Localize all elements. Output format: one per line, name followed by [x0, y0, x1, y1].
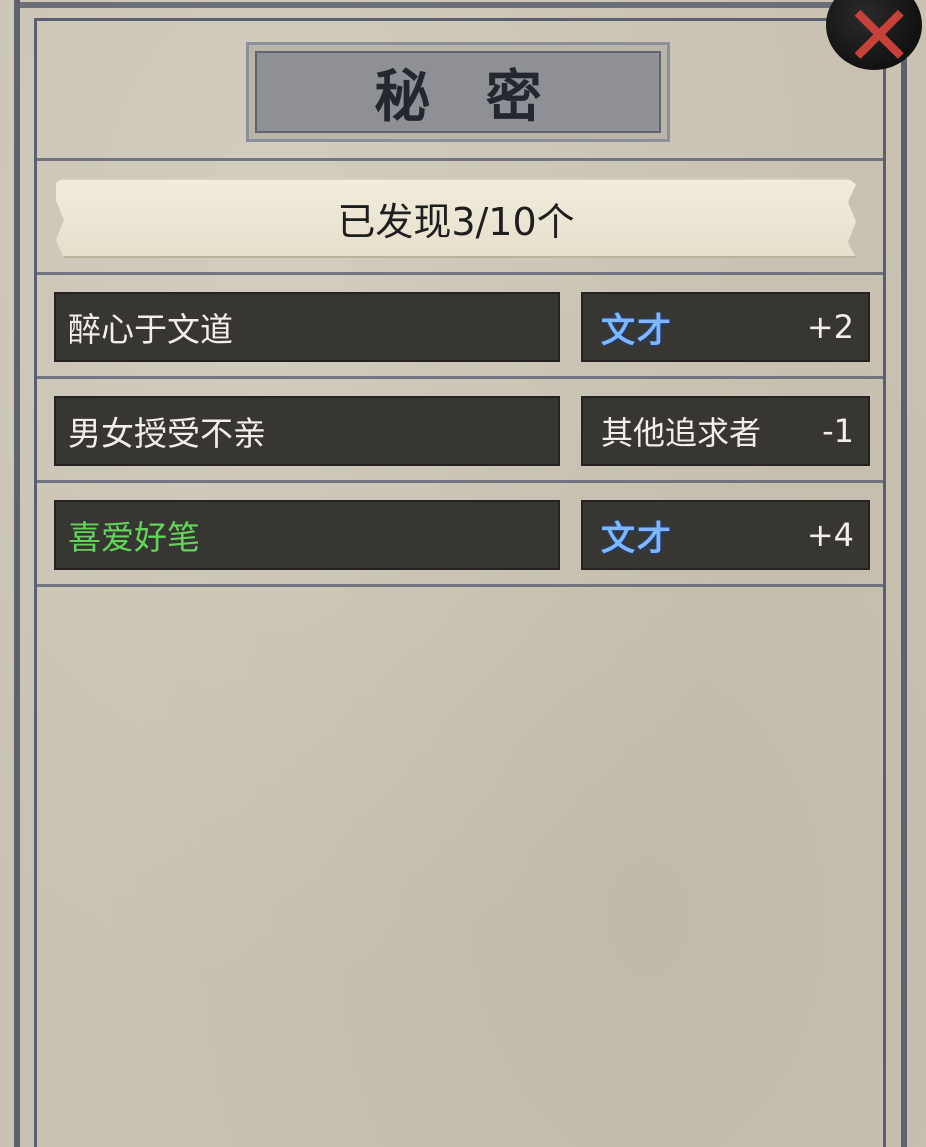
close-button[interactable]: ✕	[818, 0, 926, 74]
banner-divider	[36, 272, 886, 275]
effect-label: 文才	[601, 310, 673, 351]
progress-banner: 已发现3/10个	[56, 178, 856, 258]
secret-effect: 文才 +4	[581, 500, 870, 570]
secret-row[interactable]: 喜爱好笔 文才 +4	[54, 500, 870, 570]
title-plate-inner: 秘 密	[255, 51, 661, 133]
secret-row[interactable]: 男女授受不亲 其他追求者 -1	[54, 396, 870, 466]
secret-effect: 文才 +2	[581, 292, 870, 362]
secret-name: 男女授受不亲	[54, 396, 560, 466]
secret-name: 醉心于文道	[54, 292, 560, 362]
effect-label: 文才	[601, 518, 673, 559]
discovered-count: 已发现3/10个	[337, 199, 575, 244]
row-divider	[36, 376, 886, 379]
title-plate: 秘 密	[246, 42, 670, 142]
secret-effect: 其他追求者 -1	[581, 396, 870, 466]
effect-label: 其他追求者	[601, 414, 762, 452]
effect-value: -1	[822, 412, 854, 450]
effect-value: +2	[806, 308, 854, 346]
secret-name: 喜爱好笔	[54, 500, 560, 570]
close-icon: ✕	[844, 0, 915, 74]
row-divider	[36, 584, 886, 587]
row-divider	[36, 480, 886, 483]
page-title: 秘 密	[374, 63, 560, 130]
effect-value: +4	[806, 516, 854, 554]
secret-row[interactable]: 醉心于文道 文才 +2	[54, 292, 870, 362]
title-divider	[36, 158, 886, 161]
